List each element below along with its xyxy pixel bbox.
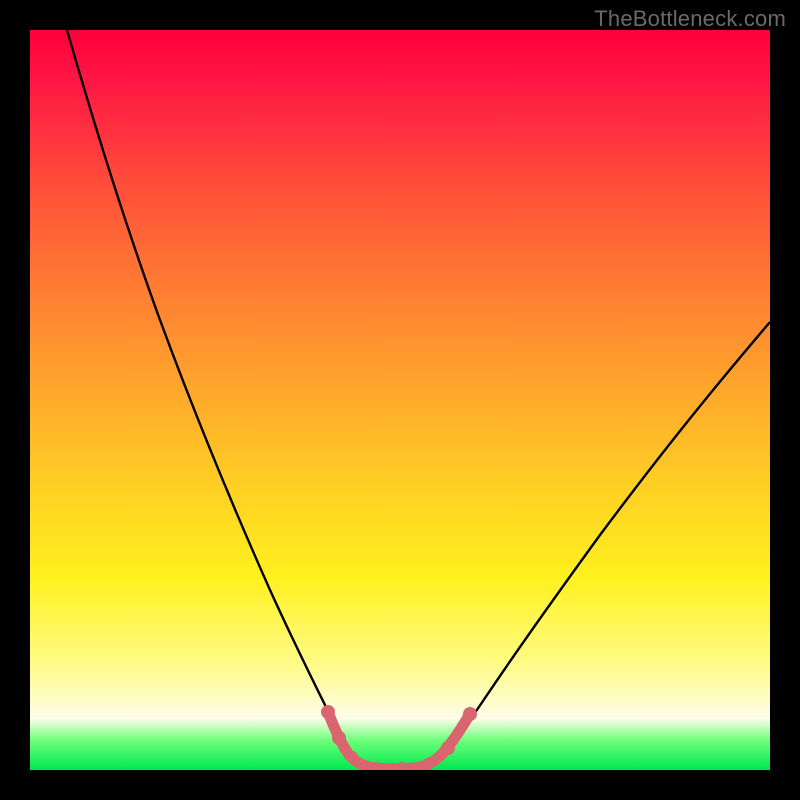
- curve-layer: [30, 30, 770, 770]
- bottleneck-curve: [67, 30, 770, 768]
- watermark-text: TheBottleneck.com: [594, 6, 786, 32]
- plot-area: [30, 30, 770, 770]
- chart-frame: TheBottleneck.com: [0, 0, 800, 800]
